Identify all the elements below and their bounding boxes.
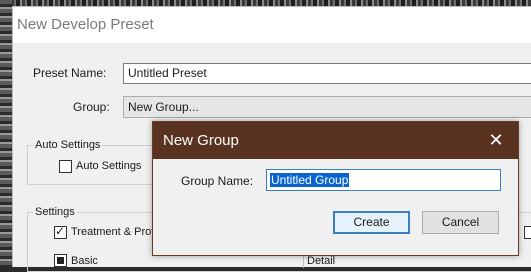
treatment-profile-checkbox[interactable] <box>54 224 67 239</box>
group-select[interactable]: New Group... <box>123 96 531 118</box>
preset-name-label: Preset Name: <box>33 66 107 80</box>
group-name-input[interactable]: Untitled Group <box>266 169 501 191</box>
settings-section-label: Settings <box>33 206 77 218</box>
right-column-checkbox[interactable] <box>524 226 531 239</box>
create-button[interactable]: Create <box>333 211 410 234</box>
preset-name-field[interactable]: Untitled Preset <box>123 63 531 84</box>
auto-settings-checkbox[interactable] <box>59 160 72 173</box>
treatment-profile-checkbox-label: Treatment & Prof <box>71 226 155 238</box>
group-name-selected-text: Untitled Group <box>270 173 350 187</box>
cancel-button[interactable]: Cancel <box>422 211 499 234</box>
detail-label: Detail <box>307 255 336 267</box>
auto-settings-checkbox-label: Auto Settings <box>76 160 142 172</box>
auto-settings-section-label: Auto Settings <box>33 139 103 151</box>
new-group-dialog: New Group ✕ Group Name: Untitled Group C… <box>152 121 519 256</box>
background-photo-edge <box>0 0 12 267</box>
close-icon[interactable]: ✕ <box>474 122 518 159</box>
basic-checkbox[interactable] <box>54 254 67 267</box>
basic-checkbox-label: Basic <box>71 255 98 267</box>
group-name-label: Group Name: <box>181 174 254 188</box>
group-label: Group: <box>73 100 110 114</box>
dialog-title: New Develop Preset <box>17 16 154 33</box>
modal-title: New Group <box>163 132 239 149</box>
